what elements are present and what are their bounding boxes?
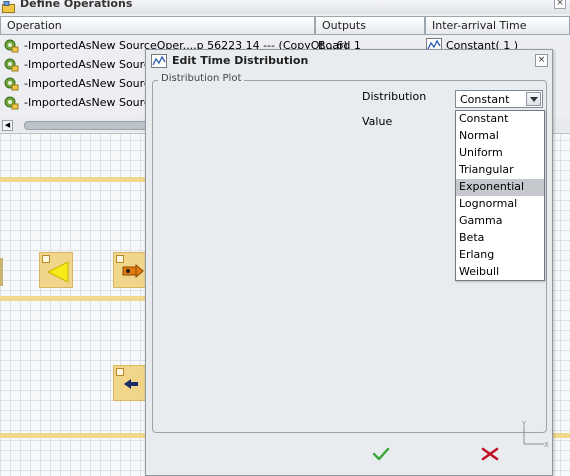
column-header-operation[interactable]: Operation <box>0 16 315 35</box>
axis-triad-icon: Y X <box>521 420 549 449</box>
scroll-left-icon[interactable]: ◀ <box>2 120 13 131</box>
column-header-outputs[interactable]: Outputs <box>315 16 425 35</box>
sink-node[interactable] <box>113 365 147 401</box>
operation-gear-icon <box>4 77 19 91</box>
option-beta[interactable]: Beta <box>456 230 544 247</box>
distribution-select-value: Constant <box>460 93 510 106</box>
flow-connector <box>0 433 150 438</box>
operation-node[interactable] <box>113 252 147 288</box>
flow-connector <box>0 177 150 182</box>
distribution-label: Distribution <box>362 90 427 103</box>
option-triangular[interactable]: Triangular <box>456 162 544 179</box>
conveyor-arrow-icon <box>122 263 144 279</box>
group-label: Distribution Plot <box>158 73 245 84</box>
column-header-inter-arrival[interactable]: Inter-arrival Time <box>425 16 570 35</box>
axis-x-label: X <box>544 441 549 449</box>
sink-arrow-icon <box>124 379 138 389</box>
operation-gear-icon <box>4 58 19 72</box>
operation-gear-icon <box>4 39 19 53</box>
option-erlang[interactable]: Erlang <box>456 247 544 264</box>
distribution-options-list: Constant Normal Uniform Triangular Expon… <box>455 110 545 281</box>
axis-y-label: Y <box>521 420 527 428</box>
window-title: Define Operations <box>20 0 133 10</box>
source-triangle-icon <box>46 261 69 283</box>
close-icon[interactable]: × <box>554 0 566 9</box>
flow-connector <box>0 296 150 301</box>
dialog-titlebar[interactable]: Edit Time Distribution × <box>146 50 552 72</box>
option-normal[interactable]: Normal <box>456 128 544 145</box>
option-exponential[interactable]: Exponential <box>456 179 544 196</box>
option-uniform[interactable]: Uniform <box>456 145 544 162</box>
cancel-x-icon[interactable] <box>480 446 500 462</box>
process-define-icon <box>2 1 15 13</box>
dialog-title: Edit Time Distribution <box>172 54 309 67</box>
option-lognormal[interactable]: Lognormal <box>456 196 544 213</box>
edit-time-distribution-dialog: Edit Time Distribution × Distribution Pl… <box>145 49 553 476</box>
close-icon[interactable]: × <box>535 54 548 67</box>
checkmark-icon[interactable] <box>372 447 390 461</box>
define-operations-titlebar: Define Operations × <box>0 0 570 14</box>
option-constant[interactable]: Constant <box>456 111 544 128</box>
node-config-icon <box>116 368 124 376</box>
scrollbar-thumb[interactable] <box>24 121 154 130</box>
value-label: Value <box>362 115 393 128</box>
node-config-icon <box>116 255 124 263</box>
option-gamma[interactable]: Gamma <box>456 213 544 230</box>
chevron-down-icon[interactable] <box>526 92 541 106</box>
distribution-select[interactable]: Constant <box>455 90 543 108</box>
option-weibull[interactable]: Weibull <box>456 264 544 281</box>
distribution-chart-icon <box>151 54 167 68</box>
operation-gear-icon <box>4 96 19 110</box>
canvas-node-edge <box>0 258 3 286</box>
source-node[interactable] <box>39 252 73 288</box>
